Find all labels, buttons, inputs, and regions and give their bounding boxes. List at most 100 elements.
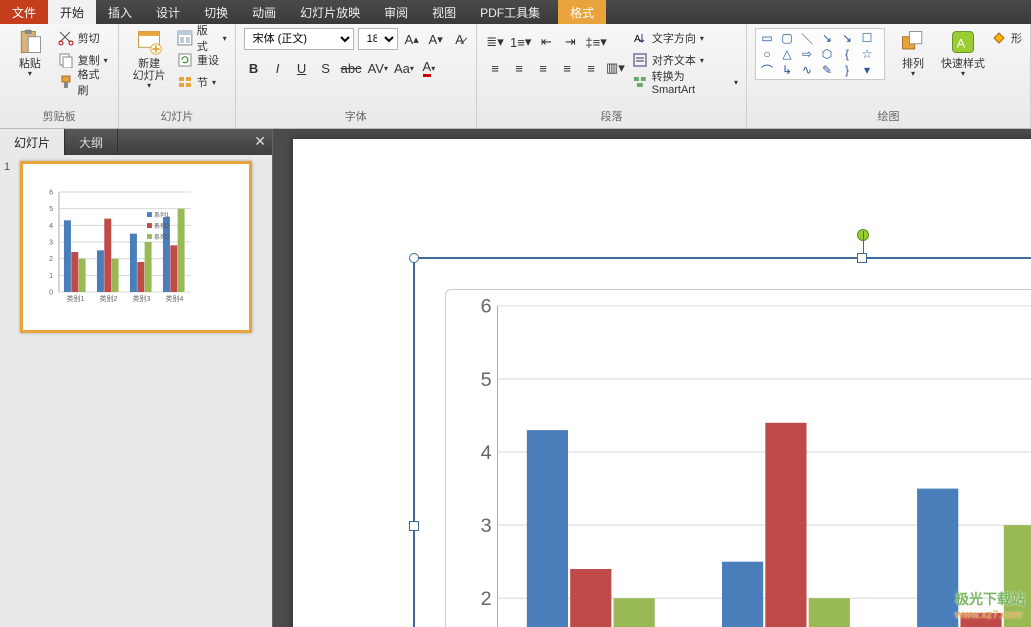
svg-text:1: 1	[49, 273, 53, 280]
indent-dec-button[interactable]: ⇤	[536, 32, 556, 52]
shape-arc-icon[interactable]: ⌒	[758, 63, 776, 77]
text-direction-icon: A	[632, 30, 648, 46]
group-label-clipboard: 剪贴板	[8, 106, 110, 126]
font-name-select[interactable]: 宋体 (正文)	[244, 28, 354, 50]
outdent-icon: ⇤	[541, 34, 552, 50]
align-left-button[interactable]: ≡	[485, 58, 505, 78]
group-clipboard: 粘贴 ▾ 剪切 复制▾ 格式刷 剪贴板	[0, 24, 119, 128]
resize-handle-n[interactable]	[857, 253, 867, 263]
align-center-button[interactable]: ≡	[509, 58, 529, 78]
panel-close-button[interactable]: ✕	[254, 133, 266, 150]
chart-frame: 0123456	[445, 289, 1031, 627]
group-label-paragraph: 段落	[485, 106, 738, 126]
thumbnail-slide[interactable]: 0123456类别1类别2类别3类别4系列1系列2系列3	[20, 161, 252, 333]
new-slide-button[interactable]: 新建 幻灯片 ▾	[127, 28, 171, 91]
panel-tab-outline[interactable]: 大纲	[65, 129, 118, 155]
font-color-button[interactable]: A▾	[419, 58, 439, 78]
indent-icon: ⇥	[565, 34, 576, 50]
shape-curve-icon[interactable]: ∿	[798, 63, 816, 77]
paste-button[interactable]: 粘贴 ▾	[8, 28, 52, 79]
justify-button[interactable]: ≡	[557, 58, 577, 78]
shape-hex-icon[interactable]: ⬡	[818, 47, 836, 61]
change-case-button[interactable]: Aa▾	[393, 58, 415, 78]
chart-object[interactable]: 0123456	[413, 257, 1031, 627]
shape-square-icon[interactable]: ☐	[858, 31, 876, 45]
tab-animation[interactable]: 动画	[240, 0, 288, 24]
layout-button[interactable]: 版式▾	[177, 28, 227, 48]
distribute-button[interactable]: ≡	[581, 58, 601, 78]
close-icon: ✕	[254, 133, 266, 149]
clear-format-button[interactable]: A̷	[450, 29, 470, 49]
shape-free-icon[interactable]: ✎	[818, 63, 836, 77]
tab-review[interactable]: 审阅	[372, 0, 420, 24]
ribbon: 粘贴 ▾ 剪切 复制▾ 格式刷 剪贴板 新建 幻灯片 ▾ 版式▾ 重设 节▾	[0, 24, 1031, 129]
shrink-font-button[interactable]: A▾	[426, 29, 446, 49]
shape-more-icon[interactable]: ▾	[858, 63, 876, 77]
svg-text:类别4: 类别4	[166, 294, 184, 303]
grow-font-button[interactable]: A▴	[402, 29, 422, 49]
strike-button[interactable]: abc	[340, 58, 363, 78]
tab-slideshow[interactable]: 幻灯片放映	[288, 0, 372, 24]
font-size-select[interactable]: 18	[358, 28, 398, 50]
smartart-button[interactable]: 转换为 SmartArt▾	[632, 72, 738, 92]
bold-button[interactable]: B	[244, 58, 264, 78]
thumbnail-list[interactable]: 1 0123456类别1类别2类别3类别4系列1系列2系列3	[0, 155, 272, 627]
tab-home[interactable]: 开始	[48, 0, 96, 24]
shape-gallery[interactable]: ▭▢＼↘↘☐ ○△⇨⬡{☆ ⌒↳∿✎}▾	[755, 28, 885, 80]
chart-plot: 0123456	[446, 290, 1031, 627]
shape-star-icon[interactable]: ☆	[858, 47, 876, 61]
group-label-slides: 幻灯片	[127, 106, 226, 126]
format-painter-button[interactable]: 格式刷	[58, 72, 111, 92]
reset-button[interactable]: 重设	[177, 50, 227, 70]
shape-brace-icon[interactable]: {	[838, 47, 856, 61]
shape-rrect-icon[interactable]: ▢	[778, 31, 796, 45]
group-paragraph: ≣▾ 1≡▾ ⇤ ⇥ ‡≡▾ ≡ ≡ ≡ ≡ ≡ ▥▾ A文字方向▾ 对齐文本▾	[477, 24, 747, 128]
tab-design[interactable]: 设计	[144, 0, 192, 24]
tab-transition[interactable]: 切换	[192, 0, 240, 24]
indent-inc-button[interactable]: ⇥	[560, 32, 580, 52]
svg-text:3: 3	[49, 239, 53, 246]
section-button[interactable]: 节▾	[177, 72, 227, 92]
columns-button[interactable]: ▥▾	[605, 58, 626, 78]
shape-brace2-icon[interactable]: }	[838, 63, 856, 77]
shape-lline-icon[interactable]: ↘	[818, 31, 836, 45]
cut-button[interactable]: 剪切	[58, 28, 111, 48]
line-spacing-button[interactable]: ‡≡▾	[584, 32, 607, 52]
tab-pdf[interactable]: PDF工具集	[468, 0, 552, 24]
tab-insert[interactable]: 插入	[96, 0, 144, 24]
svg-text:4: 4	[481, 442, 492, 464]
resize-handle-w[interactable]	[409, 521, 419, 531]
shape-fill-button[interactable]: 形	[991, 28, 1022, 48]
italic-button[interactable]: I	[268, 58, 288, 78]
svg-text:2: 2	[49, 256, 53, 263]
text-direction-button[interactable]: A文字方向▾	[632, 28, 738, 48]
shadow-button[interactable]: S	[316, 58, 336, 78]
panel-tab-slides[interactable]: 幻灯片	[0, 129, 65, 155]
tab-format[interactable]: 格式	[558, 0, 606, 24]
menu-tabs: 文件 开始 插入 设计 切换 动画 幻灯片放映 审阅 视图 PDF工具集 格式	[0, 0, 1031, 24]
underline-button[interactable]: U	[292, 58, 312, 78]
thumbnail-item[interactable]: 1 0123456类别1类别2类别3类别4系列1系列2系列3	[4, 161, 268, 333]
slide-canvas[interactable]: 0123456	[293, 139, 1031, 627]
shape-rect-icon[interactable]: ▭	[758, 31, 776, 45]
tab-view[interactable]: 视图	[420, 0, 468, 24]
spacing-button[interactable]: AV▾	[367, 58, 389, 78]
shape-circle-icon[interactable]: ○	[758, 47, 776, 61]
shape-line-icon[interactable]: ＼	[798, 31, 816, 45]
resize-handle-nw[interactable]	[409, 253, 419, 263]
arrange-button[interactable]: 排列▾	[891, 28, 935, 79]
brush-icon	[58, 74, 74, 90]
align-right-button[interactable]: ≡	[533, 58, 553, 78]
tab-file[interactable]: 文件	[0, 0, 48, 24]
bullets-button[interactable]: ≣▾	[485, 32, 505, 52]
svg-text:3: 3	[481, 515, 492, 537]
smartart-icon	[632, 74, 648, 90]
numbering-button[interactable]: 1≡▾	[509, 32, 532, 52]
shape-lline2-icon[interactable]: ↘	[838, 31, 856, 45]
slide-editor[interactable]: 0123456 极光下载站 www.xz7.com	[273, 129, 1031, 627]
quick-style-button[interactable]: A 快速样式▾	[941, 28, 985, 79]
shape-conn-icon[interactable]: ↳	[778, 63, 796, 77]
shape-arrowr-icon[interactable]: ⇨	[798, 47, 816, 61]
shape-tri-icon[interactable]: △	[778, 47, 796, 61]
align-text-button[interactable]: 对齐文本▾	[632, 50, 738, 70]
